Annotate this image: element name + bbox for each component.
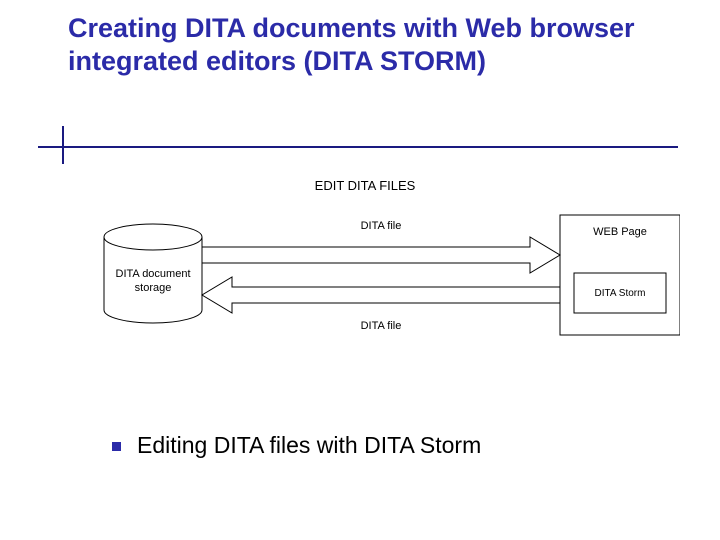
slide: Creating DITA documents with Web browser… [0,0,720,540]
arrow-right-icon [202,237,560,273]
storage-label-line2: storage [135,282,172,294]
dita-storm-label: DITA Storm [595,288,646,299]
arrow-left-icon [202,277,560,313]
bullet-icon [112,442,121,451]
bullet-text: Editing DITA files with DITA Storm [137,432,481,459]
title-accent [62,126,64,164]
bullet-item: Editing DITA files with DITA Storm [112,432,481,459]
title-rule [38,146,678,148]
architecture-diagram: EDIT DITA FILES DITA document storage WE… [50,175,680,395]
diagram-heading: EDIT DITA FILES [315,178,416,193]
page-title: Creating DITA documents with Web browser… [68,12,678,78]
storage-label-line1: DITA document [116,268,191,280]
arrow-right-label: DITA file [361,220,402,232]
web-page-label: WEB Page [593,226,647,238]
arrow-left-label: DITA file [361,320,402,332]
